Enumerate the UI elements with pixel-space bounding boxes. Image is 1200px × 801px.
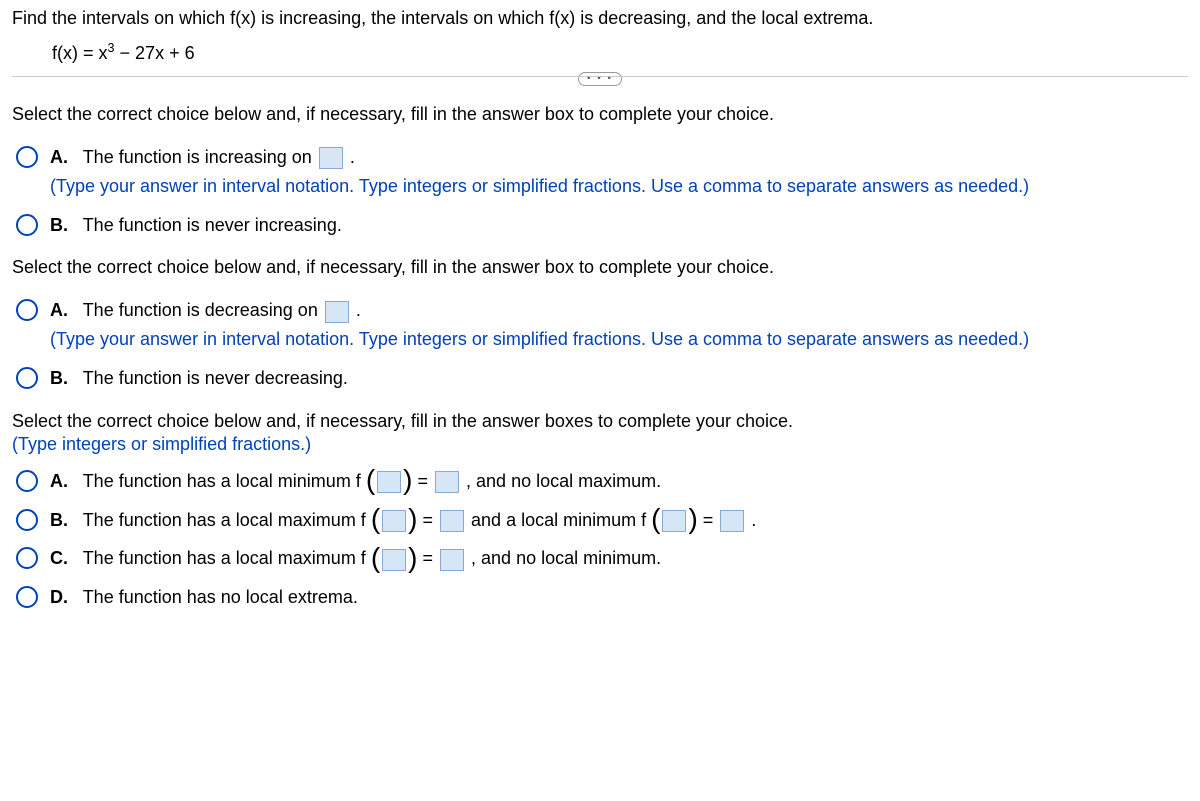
answer-input[interactable] [662,510,686,532]
choice-text: The function has a local minimum f [83,471,361,491]
choice-label: A. [50,143,72,172]
paren-icon: ) [688,510,697,528]
choice-row: B. The function is never increasing. [16,211,1188,240]
radio-s2-b[interactable] [16,367,38,389]
choice-label: C. [50,544,72,573]
answer-input[interactable] [382,510,406,532]
equals-text: = [703,510,719,530]
choice-text: The function is increasing on [83,147,317,167]
choice-row: A. The function is decreasing on . (Type… [16,296,1188,354]
eq-exponent: 3 [108,41,115,55]
radio-s3-d[interactable] [16,586,38,608]
equation: f(x) = x3 − 27x + 6 [52,41,1188,64]
radio-s2-a[interactable] [16,299,38,321]
choice-text: The function is decreasing on [83,300,323,320]
choice-text: The function is never increasing. [83,215,342,235]
paren-icon: ( [371,549,380,567]
choice-label: B. [50,211,72,240]
choice-text: , and no local minimum. [471,548,661,568]
answer-input[interactable] [440,510,464,532]
equals-text: = [418,471,434,491]
answer-input[interactable] [319,147,343,169]
radio-s3-c[interactable] [16,547,38,569]
paren-icon: ( [366,471,375,489]
choice-label: A. [50,467,72,496]
answer-input[interactable] [377,471,401,493]
choice-label: B. [50,506,72,535]
equals-text: = [423,510,439,530]
paren-icon: ( [371,510,380,528]
choice-text: The function has no local extrema. [83,587,358,607]
section1-prompt: Select the correct choice below and, if … [12,104,1188,125]
hint-text: (Type your answer in interval notation. … [50,176,1029,196]
choice-row: B. The function has a local maximum f ()… [16,506,1188,535]
choice-text: , and no local maximum. [466,471,661,491]
eq-prefix: f(x) = x [52,43,108,63]
choice-text: The function has a local maximum f [83,510,366,530]
section3-hint: (Type integers or simplified fractions.) [12,434,1188,455]
answer-input[interactable] [720,510,744,532]
radio-s3-b[interactable] [16,509,38,531]
section3-prompt: Select the correct choice below and, if … [12,411,1188,432]
question-text: Find the intervals on which f(x) is incr… [12,8,1188,29]
radio-s1-a[interactable] [16,146,38,168]
choice-label: B. [50,364,72,393]
eq-suffix: − 27x + 6 [115,43,195,63]
paren-icon: ) [408,510,417,528]
choice-row: C. The function has a local maximum f ()… [16,544,1188,573]
choice-row: B. The function is never decreasing. [16,364,1188,393]
answer-input[interactable] [325,301,349,323]
choice-row: A. The function has a local minimum f ()… [16,467,1188,496]
paren-icon: ) [403,471,412,489]
choice-text: The function is never decreasing. [83,368,348,388]
paren-icon: ( [651,510,660,528]
choice-text: . [356,300,361,320]
choice-row: A. The function is increasing on . (Type… [16,143,1188,201]
choice-row: D. The function has no local extrema. [16,583,1188,612]
paren-icon: ) [408,549,417,567]
radio-s1-b[interactable] [16,214,38,236]
radio-s3-a[interactable] [16,470,38,492]
choice-text: and a local minimum f [471,510,646,530]
more-icon[interactable]: • • • [578,72,622,86]
answer-input[interactable] [440,549,464,571]
section2-prompt: Select the correct choice below and, if … [12,257,1188,278]
choice-text: . [751,510,756,530]
answer-input[interactable] [382,549,406,571]
separator [12,76,1188,77]
choice-text: . [350,147,355,167]
answer-input[interactable] [435,471,459,493]
choice-label: D. [50,583,72,612]
choice-text: The function has a local maximum f [83,548,366,568]
equals-text: = [423,548,439,568]
choice-label: A. [50,296,72,325]
hint-text: (Type your answer in interval notation. … [50,329,1029,349]
